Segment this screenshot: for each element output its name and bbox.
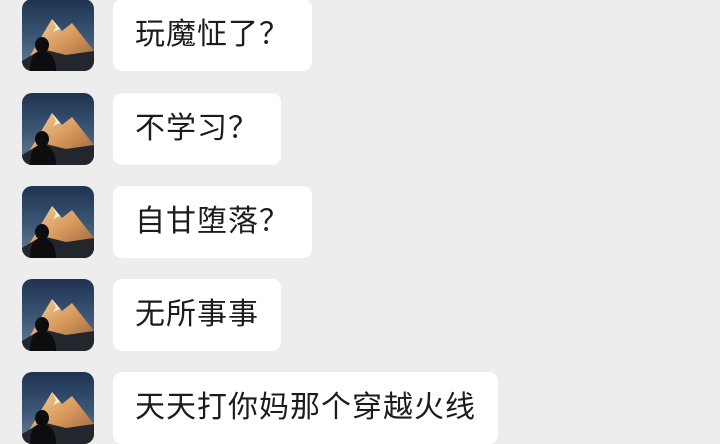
chat-message-list: 玩魔怔了？ 不学习？ 自甘堕落？ 无所事事 天天打你妈那个穿越火线 bbox=[0, 0, 720, 444]
mountain-avatar-icon[interactable] bbox=[22, 93, 94, 165]
message-text: 天天打你妈那个穿越火线 bbox=[135, 390, 476, 425]
message-bubble[interactable]: 无所事事 bbox=[113, 279, 281, 351]
message-bubble[interactable]: 玩魔怔了？ bbox=[113, 0, 312, 71]
message-text: 玩魔怔了？ bbox=[135, 17, 290, 52]
message-text: 不学习？ bbox=[135, 111, 259, 146]
mountain-avatar-icon[interactable] bbox=[22, 0, 94, 71]
mountain-avatar-icon[interactable] bbox=[22, 186, 94, 258]
message-bubble[interactable]: 不学习？ bbox=[113, 93, 281, 165]
mountain-avatar-icon[interactable] bbox=[22, 279, 94, 351]
message-text: 无所事事 bbox=[135, 297, 259, 332]
message-bubble[interactable]: 自甘堕落？ bbox=[113, 186, 312, 258]
message-bubble[interactable]: 天天打你妈那个穿越火线 bbox=[113, 372, 498, 444]
mountain-avatar-icon[interactable] bbox=[22, 372, 94, 444]
message-text: 自甘堕落？ bbox=[135, 204, 290, 239]
